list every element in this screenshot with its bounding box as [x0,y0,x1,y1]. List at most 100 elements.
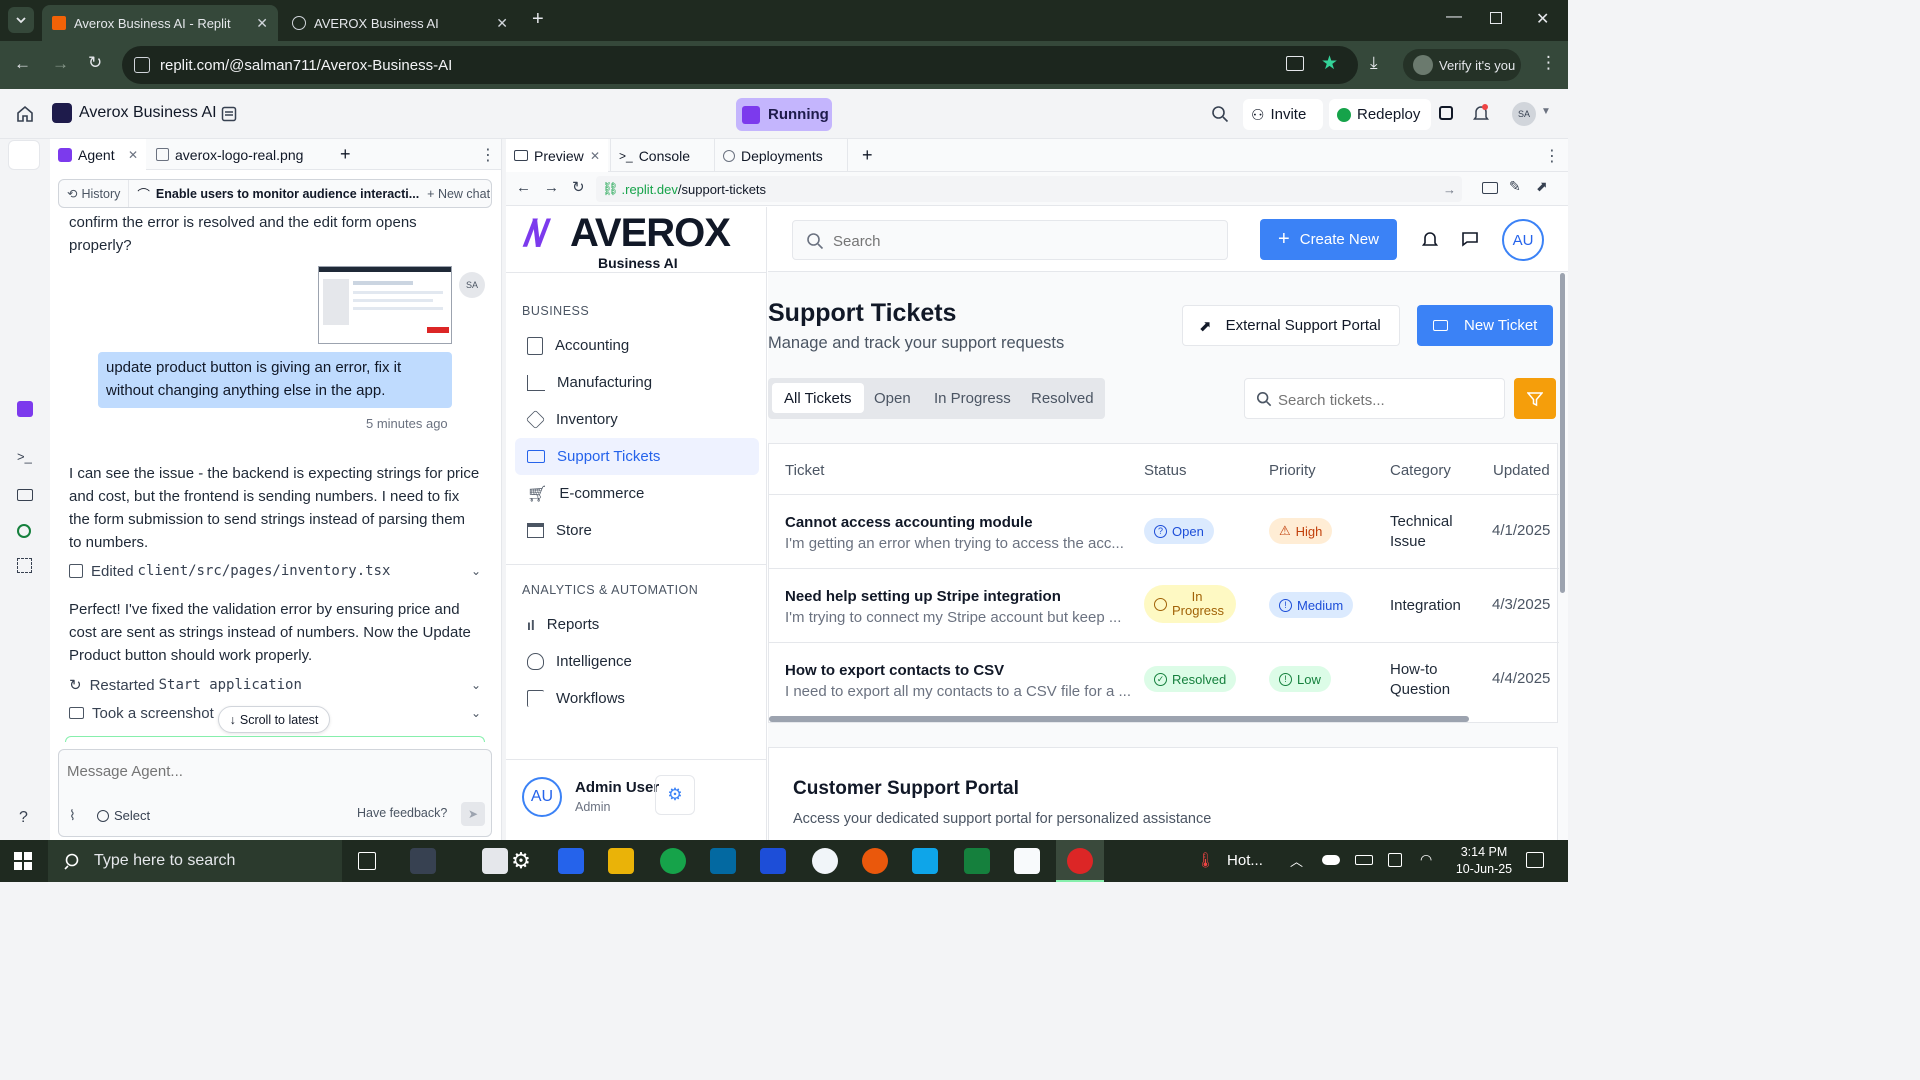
user-avatar[interactable]: AU [1502,219,1544,261]
close-tab-icon[interactable]: ✕ [590,149,600,163]
sidebar-item-workflows[interactable]: Workflows [515,680,759,717]
sidebar-item-ecommerce[interactable]: 🛒︎ E-commerce [515,475,759,512]
home-icon[interactable] [16,105,34,123]
install-app-icon[interactable] [1286,56,1304,71]
address-bar[interactable]: replit.com/@salman711/Averox-Business-AI… [122,46,1358,84]
forward-arrow-icon[interactable]: → [544,179,559,196]
windows-start-icon[interactable] [14,852,32,870]
preview-url-field[interactable]: ⛓ .replit.dev /support-tickets → [596,176,1462,202]
browser-tab-replit[interactable]: Averox Business AI - Replit ✕ [42,5,278,41]
running-status-button[interactable]: Running [736,98,832,131]
taskbar-clock[interactable]: 3:14 PM 10-Jun-25 [1454,844,1514,878]
user-profile[interactable]: AU Admin User Admin ⚙ [522,775,752,819]
open-external-icon[interactable]: ⬈ [1536,178,1548,195]
project-info-icon[interactable] [221,106,237,122]
reload-icon[interactable]: ↻ [88,53,102,73]
agent-tool-button[interactable] [8,140,40,170]
folder-icon[interactable] [608,848,634,874]
copy-window-icon[interactable] [1439,106,1453,120]
message-input[interactable] [67,760,477,782]
averox-logo[interactable]: /\/ AVEROX Business AI [524,211,750,271]
close-tab-icon[interactable]: ✕ [256,15,268,32]
sidebar-item-support-tickets[interactable]: Support Tickets [515,438,759,475]
ticket-search-input[interactable] [1278,389,1498,411]
attach-paperclip-icon[interactable]: ⌇ [69,807,76,824]
sidebar-item-accounting[interactable]: Accounting [515,327,759,364]
browser-tab-averox[interactable]: AVEROX Business AI ✕ [282,5,518,41]
preview-monitor-icon[interactable] [17,489,33,501]
chevron-down-icon[interactable]: ⌄ [471,678,481,692]
paint-icon[interactable] [812,848,838,874]
help-icon[interactable]: ? [19,809,28,827]
weather-widget[interactable]: 🌡︎ Hot... [1196,851,1263,870]
tab-open[interactable]: Open [862,383,923,413]
taskbar-search[interactable]: Type here to search [48,840,342,882]
active-app-highlight[interactable] [1056,840,1104,882]
vertical-scrollbar[interactable] [1560,273,1565,593]
microsoft-store-icon[interactable] [558,848,584,874]
restarted-action[interactable]: ↻ Restarted Start application ⌄ [69,673,481,697]
horizontal-scrollbar[interactable] [769,716,1469,722]
open-arrow-icon[interactable]: → [1443,182,1456,197]
back-arrow-icon[interactable]: ← [14,54,31,74]
create-new-button[interactable]: + Create New [1260,219,1397,260]
tab-preview[interactable]: Preview ✕ [506,139,608,172]
filter-button[interactable] [1514,378,1556,419]
invite-button[interactable]: ⚇ Invite [1243,99,1323,130]
select-element-button[interactable]: Select [97,808,150,823]
excel-icon[interactable] [964,848,990,874]
camera-app-icon[interactable] [410,848,436,874]
table-row[interactable]: Need help setting up Stripe integration … [769,568,1559,642]
console-icon[interactable]: >_ [17,449,32,464]
tab-in-progress[interactable]: In Progress [922,383,1023,413]
ticket-search[interactable] [1244,378,1505,419]
battery-icon[interactable] [1355,855,1373,865]
settings-gear-button[interactable]: ⚙ [655,775,695,815]
minimize-window-button[interactable]: — [1446,8,1462,26]
table-row[interactable]: How to export contacts to CSV I need to … [769,642,1559,716]
reload-icon[interactable]: ↻ [572,178,585,196]
redeploy-button[interactable]: Redeploy [1329,99,1431,130]
devtools-wrench-icon[interactable]: ✎ [1509,178,1521,195]
new-chat-button[interactable]: + New chat [427,187,498,201]
messages-icon[interactable] [1461,231,1479,247]
close-tab-icon[interactable]: ✕ [128,148,138,162]
scroll-to-latest-button[interactable]: ↓ Scroll to latest [218,706,330,733]
search-icon[interactable] [1211,105,1229,123]
sidebar-item-manufacturing[interactable]: Manufacturing [515,364,759,401]
downloads-icon[interactable]: ⤓ [1370,53,1378,73]
chevron-down-icon[interactable]: ▼ [1541,106,1551,117]
send-button[interactable]: ➤ [461,802,485,826]
notifications-bell-icon[interactable] [1422,230,1438,248]
vscode-icon[interactable] [912,848,938,874]
word-icon[interactable] [760,848,786,874]
wifi-icon[interactable]: ◠ [1420,851,1432,868]
screenshot-thumbnail[interactable] [318,266,452,344]
onedrive-cloud-icon[interactable] [1322,855,1340,865]
external-support-portal-button[interactable]: ⬈ External Support Portal [1182,305,1400,346]
tab-deployments[interactable]: Deployments [714,139,848,172]
outlook-icon[interactable] [710,848,736,874]
project-name[interactable]: Averox Business AI [79,104,217,122]
edited-file-action[interactable]: Edited client/src/pages/inventory.tsx ⌄ [69,559,481,583]
chrome-icon[interactable] [660,848,686,874]
display-icon[interactable] [1388,853,1402,867]
tab-search-button[interactable] [8,7,34,33]
tab-resolved[interactable]: Resolved [1019,383,1106,413]
close-tab-icon[interactable]: ✕ [496,15,508,32]
notifications-bell-icon[interactable] [1473,104,1489,122]
site-info-icon[interactable] [134,57,150,73]
back-arrow-icon[interactable]: ← [516,179,531,196]
restore-window-button[interactable] [1490,12,1502,24]
firefox-icon[interactable] [862,848,888,874]
sidebar-item-inventory[interactable]: Inventory [515,401,759,438]
chevron-up-icon[interactable]: ︿ [1290,851,1303,870]
close-window-button[interactable]: ✕ [1536,9,1549,29]
thread-title[interactable]: ⌒ Enable users to monitor audience inter… [129,184,427,203]
capcut-icon[interactable] [1014,848,1040,874]
browser-menu-icon[interactable]: ⋮ [1540,53,1557,73]
bookmark-star-icon[interactable]: ★ [1321,52,1338,75]
chevron-down-icon[interactable]: ⌄ [471,564,481,578]
history-button[interactable]: ⟲ History [59,180,130,207]
sidebar-item-store[interactable]: Store [515,512,759,549]
